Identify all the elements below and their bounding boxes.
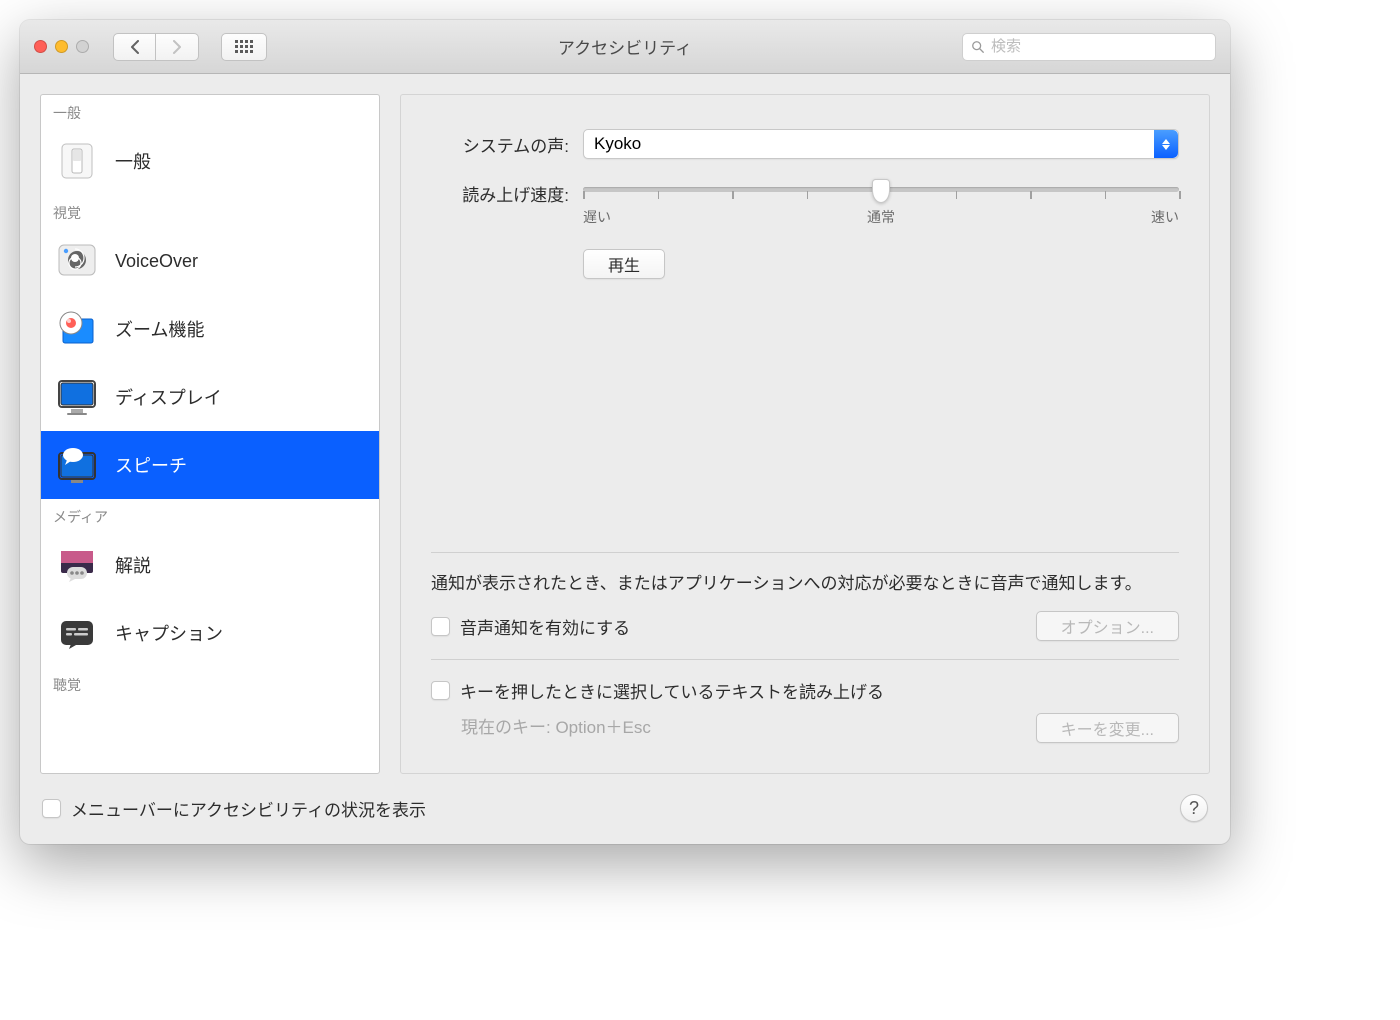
show-all-button[interactable] bbox=[221, 33, 267, 61]
voice-dropdown[interactable]: Kyoko bbox=[583, 129, 1179, 159]
announce-checkbox[interactable] bbox=[431, 617, 450, 636]
sidebar-item-general[interactable]: 一般 bbox=[41, 127, 379, 195]
voice-value: Kyoko bbox=[594, 134, 641, 154]
chevron-left-icon bbox=[130, 40, 140, 54]
sidebar-item-label: キャプション bbox=[115, 620, 223, 646]
sidebar-item-display[interactable]: ディスプレイ bbox=[41, 363, 379, 431]
sidebar-item-captions[interactable]: キャプション bbox=[41, 599, 379, 667]
content-pane: システムの声: Kyoko 読み上げ速度: bbox=[400, 94, 1210, 774]
divider bbox=[431, 552, 1179, 553]
speak-selection-checkbox[interactable] bbox=[431, 681, 450, 700]
general-icon bbox=[53, 139, 101, 183]
sidebar-item-label: ズーム機能 bbox=[115, 316, 204, 342]
rate-fast-label: 速い bbox=[1151, 207, 1179, 227]
zoom-icon bbox=[53, 307, 101, 351]
sidebar-item-voiceover[interactable]: VoiceOver bbox=[41, 227, 379, 295]
current-key-row: 現在のキー: Option＋Esc キーを変更... bbox=[431, 713, 1179, 749]
sidebar-item-label: VoiceOver bbox=[115, 251, 198, 272]
divider bbox=[431, 659, 1179, 660]
sidebar[interactable]: 一般 一般 視覚 VoiceOver ズーム機能 bbox=[40, 94, 380, 774]
chevron-right-icon bbox=[172, 40, 182, 54]
maximize-icon bbox=[76, 40, 89, 53]
sidebar-item-zoom[interactable]: ズーム機能 bbox=[41, 295, 379, 363]
close-icon[interactable] bbox=[34, 40, 47, 53]
descriptions-icon bbox=[53, 543, 101, 587]
speak-selection-row: キーを押したときに選択しているテキストを読み上げる bbox=[431, 678, 1179, 703]
sidebar-header-general: 一般 bbox=[41, 95, 379, 127]
slider-labels: 遅い 通常 速い bbox=[583, 207, 1179, 227]
sidebar-item-label: 一般 bbox=[115, 148, 151, 174]
captions-icon bbox=[53, 611, 101, 655]
change-key-button: キーを変更... bbox=[1036, 713, 1179, 743]
window: アクセシビリティ 一般 一般 視覚 VoiceOver bbox=[20, 20, 1230, 844]
announce-description: 通知が表示されたとき、またはアプリケーションへの対応が必要なときに音声で通知しま… bbox=[431, 571, 1179, 597]
voice-label: システムの声: bbox=[431, 132, 569, 157]
rate-slider[interactable]: 遅い 通常 速い bbox=[583, 181, 1179, 227]
search-input[interactable] bbox=[991, 38, 1207, 55]
rate-slow-label: 遅い bbox=[583, 207, 611, 227]
announce-row: 音声通知を有効にする オプション... bbox=[431, 611, 1179, 641]
traffic-lights bbox=[34, 40, 89, 53]
back-button[interactable] bbox=[113, 33, 156, 61]
grid-icon bbox=[235, 40, 253, 53]
slider-track[interactable] bbox=[583, 187, 1179, 192]
sidebar-header-hearing: 聴覚 bbox=[41, 667, 379, 699]
speak-selection-label: キーを押したときに選択しているテキストを読み上げる bbox=[460, 678, 1179, 703]
sidebar-item-label: ディスプレイ bbox=[115, 384, 222, 410]
voice-row: システムの声: Kyoko bbox=[431, 129, 1179, 159]
sidebar-header-media: メディア bbox=[41, 499, 379, 531]
sidebar-item-speech[interactable]: スピーチ bbox=[41, 431, 379, 499]
sidebar-item-label: 解説 bbox=[115, 552, 151, 578]
play-row: 再生 bbox=[583, 249, 1179, 279]
play-button[interactable]: 再生 bbox=[583, 249, 665, 279]
search-box[interactable] bbox=[962, 33, 1216, 61]
window-title: アクセシビリティ bbox=[558, 34, 692, 59]
slider-thumb[interactable] bbox=[872, 179, 890, 203]
minimize-icon[interactable] bbox=[55, 40, 68, 53]
sidebar-item-descriptions[interactable]: 解説 bbox=[41, 531, 379, 599]
sidebar-item-label: スピーチ bbox=[115, 452, 187, 478]
titlebar: アクセシビリティ bbox=[20, 20, 1230, 74]
footer: メニューバーにアクセシビリティの状況を表示 ? bbox=[20, 786, 1230, 844]
search-icon bbox=[971, 40, 985, 54]
rate-normal-label: 通常 bbox=[867, 207, 895, 227]
announce-checkbox-label: 音声通知を有効にする bbox=[460, 614, 1026, 639]
menubar-status-checkbox[interactable] bbox=[42, 799, 61, 818]
voiceover-icon bbox=[53, 239, 101, 283]
nav-buttons bbox=[113, 33, 199, 61]
sidebar-header-vision: 視覚 bbox=[41, 195, 379, 227]
dropdown-arrow-icon bbox=[1154, 130, 1178, 158]
body: 一般 一般 視覚 VoiceOver ズーム機能 bbox=[20, 74, 1230, 786]
rate-label: 読み上げ速度: bbox=[431, 181, 569, 206]
display-icon bbox=[53, 375, 101, 419]
forward-button bbox=[156, 33, 199, 61]
current-key-label: 現在のキー: Option＋Esc bbox=[461, 713, 651, 738]
menubar-status-label: メニューバーにアクセシビリティの状況を表示 bbox=[71, 796, 1170, 821]
help-button[interactable]: ? bbox=[1180, 794, 1208, 822]
speech-icon bbox=[53, 443, 101, 487]
options-button: オプション... bbox=[1036, 611, 1179, 641]
rate-row: 読み上げ速度: 遅い bbox=[431, 181, 1179, 227]
